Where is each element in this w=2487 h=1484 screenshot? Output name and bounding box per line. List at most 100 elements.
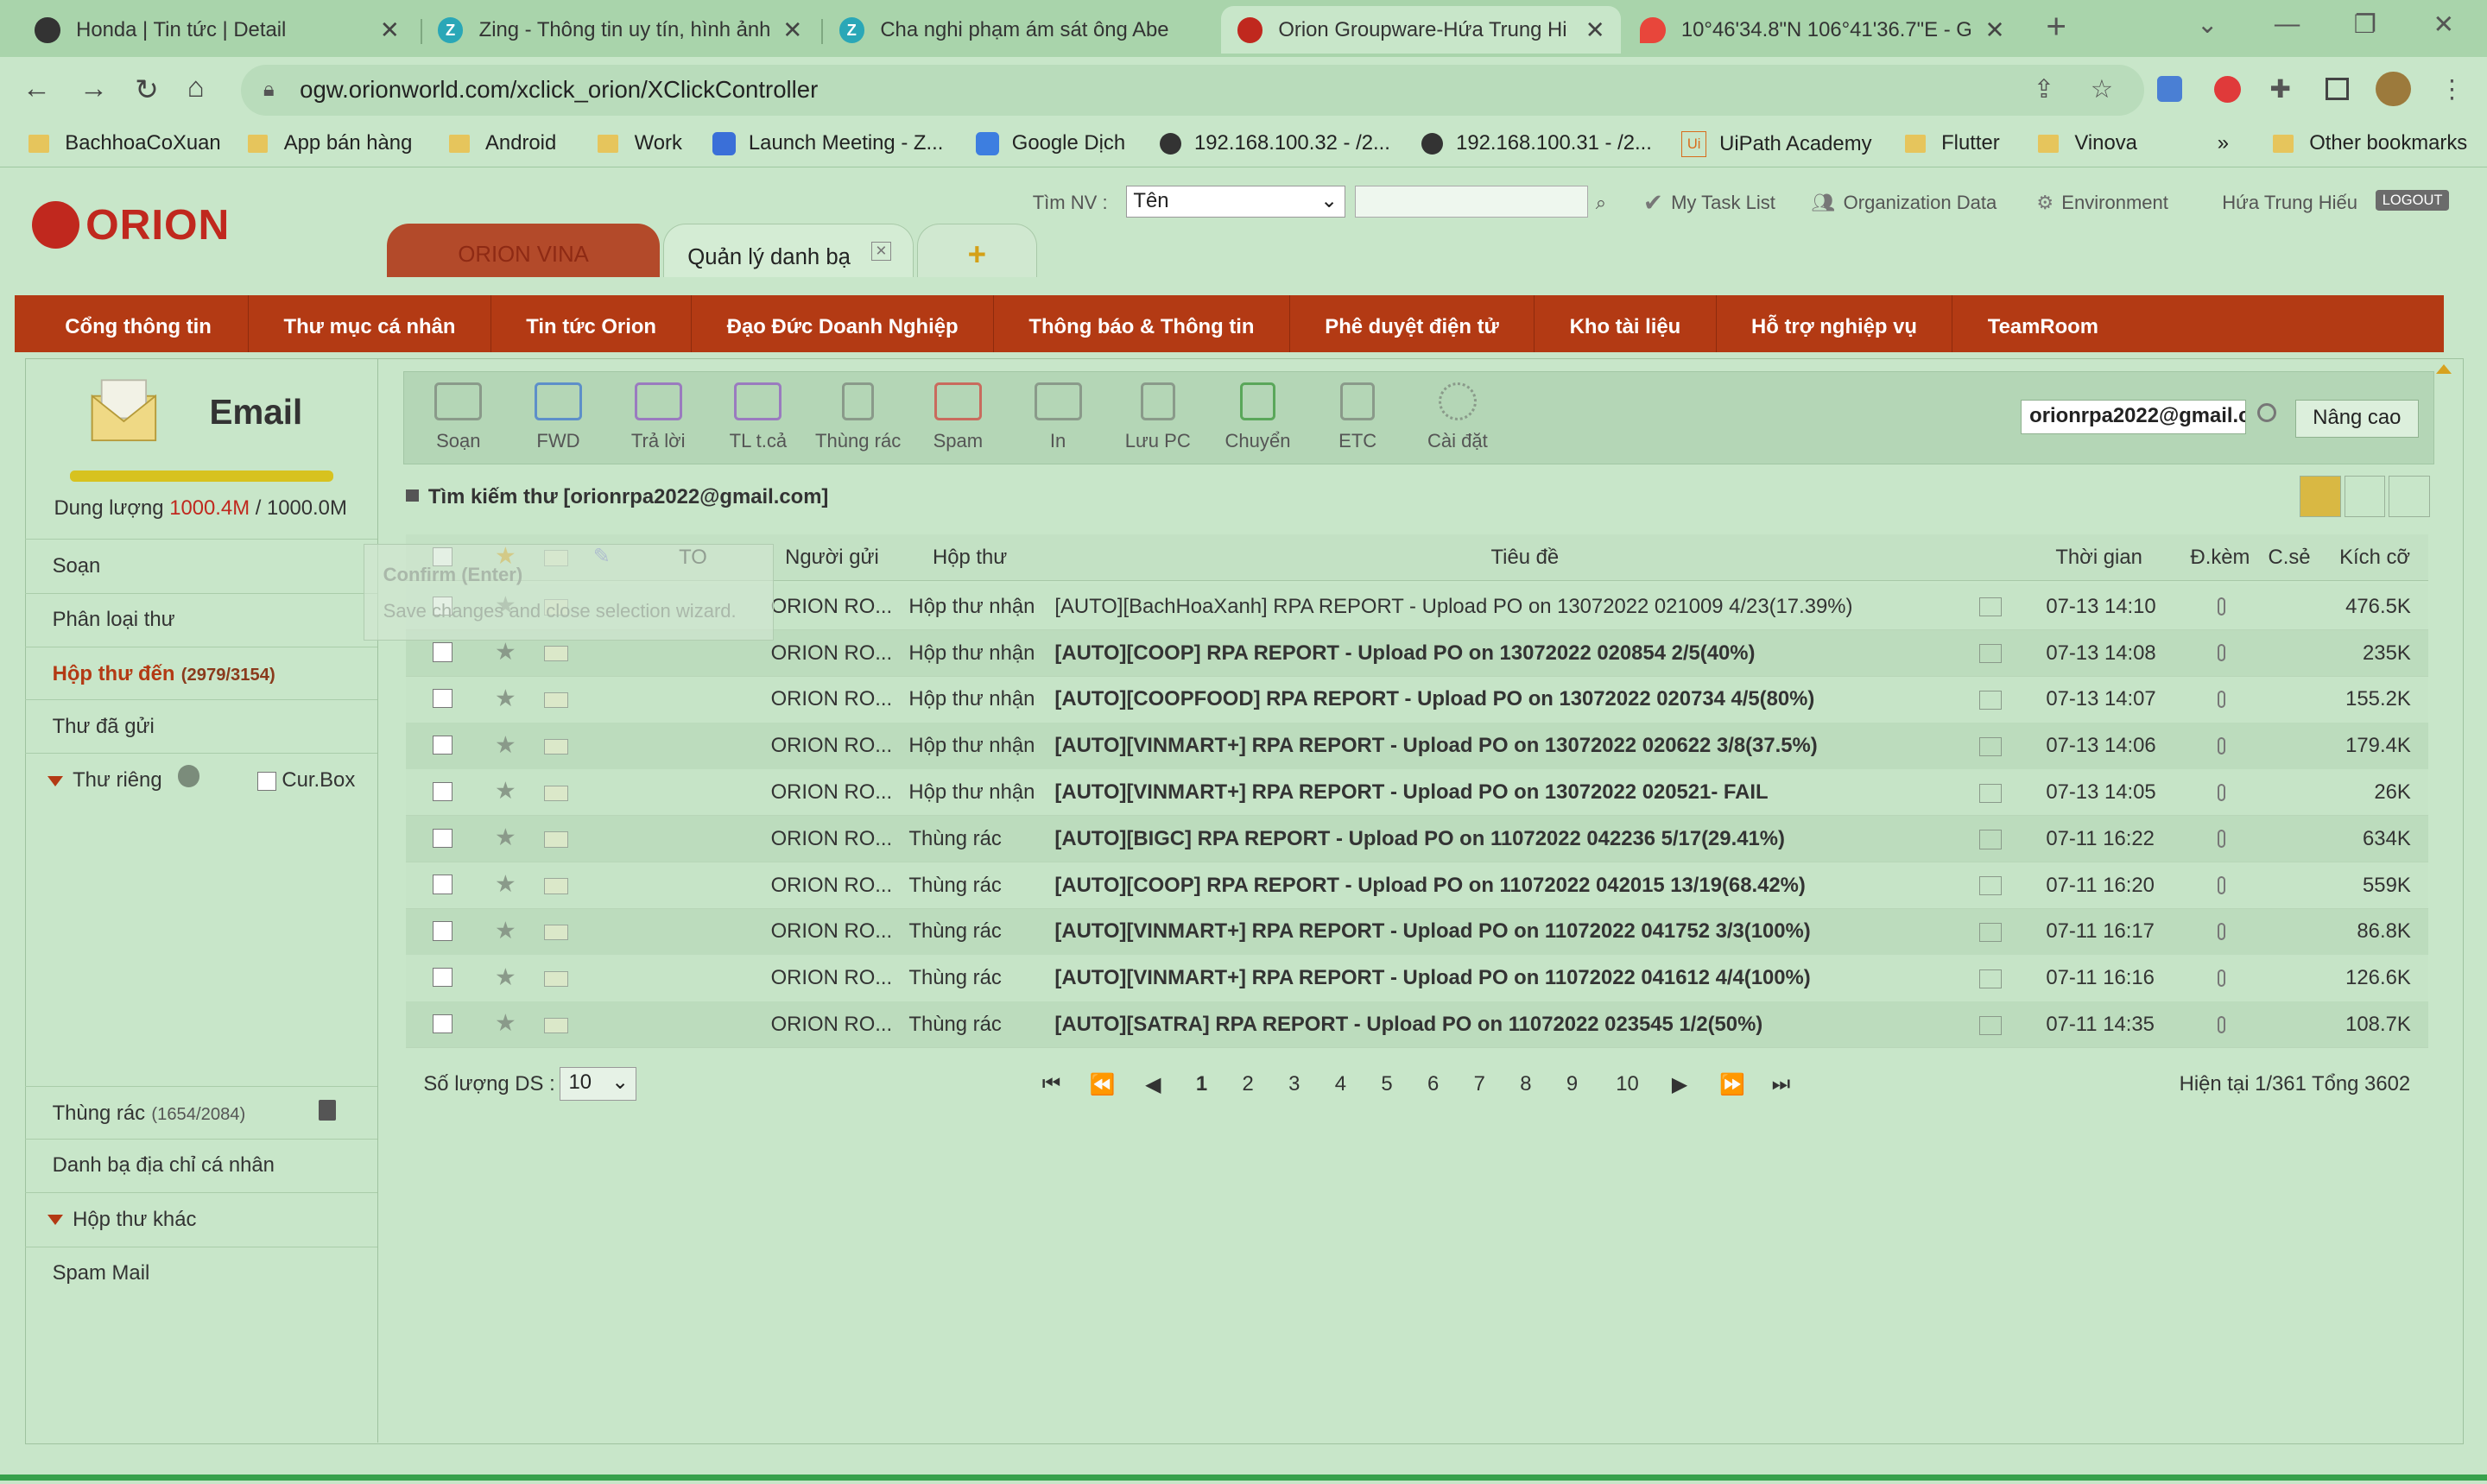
page-link[interactable]: 3 bbox=[1288, 1072, 1300, 1096]
table-row[interactable]: ★ ORION RO... Hộp thư nhận [AUTO][VINMART+]… bbox=[406, 723, 2428, 770]
sidebar-item-contacts[interactable]: Danh bạ địa chỉ cá nhân bbox=[25, 1138, 378, 1191]
page-link[interactable]: 5 bbox=[1381, 1072, 1392, 1096]
page-link[interactable]: 10 bbox=[1616, 1072, 1639, 1096]
page-link[interactable]: 4 bbox=[1335, 1072, 1346, 1096]
open-in-window-icon[interactable] bbox=[1979, 644, 2002, 664]
search-icon[interactable] bbox=[2256, 402, 2276, 422]
menu-item-announcements[interactable]: Thông báo & Thông tin bbox=[994, 294, 1290, 352]
star-icon[interactable]: ★ bbox=[495, 777, 516, 805]
view-list-button[interactable] bbox=[2300, 476, 2341, 517]
open-in-window-icon[interactable] bbox=[1979, 1015, 2002, 1035]
column-attachment[interactable]: Đ.kèm bbox=[2190, 546, 2250, 570]
sidebar-item-inbox[interactable]: Hộp thư đến (2979/3154) bbox=[25, 647, 378, 699]
column-size[interactable]: Kích cỡ bbox=[2339, 546, 2410, 570]
row-checkbox[interactable] bbox=[433, 968, 452, 988]
search-icon[interactable]: ⌕ bbox=[1596, 187, 1606, 219]
table-row[interactable]: ★ ORION RO... Thùng rác [AUTO][BIGC] RPA RE… bbox=[406, 815, 2428, 863]
open-in-window-icon[interactable] bbox=[1979, 597, 2002, 617]
subject-cell[interactable]: [AUTO][COOP] RPA REPORT - Upload PO on 1… bbox=[1054, 641, 1755, 666]
spam-button[interactable]: Spam bbox=[912, 373, 1004, 462]
open-in-window-icon[interactable] bbox=[1979, 736, 2002, 756]
page-link[interactable]: 9 bbox=[1566, 1072, 1578, 1096]
close-icon[interactable]: ✕ bbox=[1585, 16, 1605, 44]
star-icon[interactable]: ★ bbox=[495, 963, 516, 991]
subject-cell[interactable]: [AUTO][COOP] RPA REPORT - Upload PO on 1… bbox=[1054, 874, 1805, 898]
table-row[interactable]: ★ ORION RO... Hộp thư nhận [AUTO][VINMART+]… bbox=[406, 769, 2428, 817]
star-icon[interactable]: ★ bbox=[495, 917, 516, 944]
environment-link[interactable]: ⚙︎ Environment bbox=[2036, 187, 2168, 219]
subject-cell[interactable]: [AUTO][VINMART+] RPA REPORT - Upload PO … bbox=[1054, 780, 1768, 805]
prev-ten-pages-icon[interactable]: ⏪ bbox=[1090, 1072, 1116, 1097]
organization-data-link[interactable]: 👥︎ Organization Data bbox=[1812, 187, 1997, 219]
bookmark-item[interactable]: BachhoaCoXuan bbox=[28, 131, 221, 155]
compose-button[interactable]: Soạn bbox=[413, 373, 505, 462]
sidebar-item-other-boxes[interactable]: Hộp thư khác bbox=[25, 1192, 378, 1245]
column-time[interactable]: Thời gian bbox=[2055, 546, 2142, 570]
star-icon[interactable]: ★ bbox=[495, 1009, 516, 1037]
first-page-icon[interactable]: ⏮ bbox=[1042, 1072, 1060, 1096]
back-icon[interactable]: ← bbox=[22, 73, 51, 105]
bookmark-item[interactable]: Flutter bbox=[1904, 131, 2000, 155]
bookmark-item[interactable]: Google Dịch bbox=[975, 131, 1125, 156]
star-icon[interactable]: ★ bbox=[495, 638, 516, 666]
kebab-menu-icon[interactable]: ⋮ bbox=[2440, 74, 2465, 104]
row-checkbox[interactable] bbox=[433, 642, 452, 662]
reload-icon[interactable]: ↻ bbox=[135, 73, 159, 107]
new-tab-icon[interactable]: + bbox=[2046, 6, 2066, 47]
sidebar-item-private[interactable]: Thư riêng Cur.Box bbox=[25, 753, 378, 805]
bookmarks-overflow[interactable]: » bbox=[2218, 131, 2229, 155]
open-in-window-icon[interactable] bbox=[1979, 830, 2002, 849]
forward-icon[interactable]: → bbox=[79, 73, 108, 105]
sidebar-item-compose[interactable]: Soạn bbox=[25, 539, 378, 591]
sidebar-item-trash[interactable]: Thùng rác (1654/2084) bbox=[25, 1086, 378, 1139]
star-icon[interactable]: ★ bbox=[495, 731, 516, 759]
close-tab-icon[interactable]: ✕ bbox=[871, 242, 891, 262]
table-row[interactable]: ★ ORION RO... Hộp thư nhận [AUTO][COOPFOOD]… bbox=[406, 676, 2428, 723]
save-pc-button[interactable]: Lưu PC bbox=[1112, 373, 1205, 462]
home-icon[interactable]: ⌂ bbox=[187, 72, 205, 104]
other-bookmarks[interactable]: Other bookmarks bbox=[2272, 131, 2467, 155]
page-link[interactable]: 8 bbox=[1520, 1072, 1531, 1096]
trash-icon[interactable] bbox=[319, 1099, 337, 1121]
column-share[interactable]: C.sẻ bbox=[2268, 546, 2310, 570]
tab-contact-management[interactable]: Quản lý danh bạ ✕ bbox=[662, 223, 914, 278]
expand-triangle-icon[interactable] bbox=[47, 1215, 64, 1225]
bookmark-item[interactable]: Work bbox=[598, 131, 682, 155]
my-task-list-link[interactable]: ✔ My Task List bbox=[1643, 187, 1775, 219]
restore-icon[interactable]: ❐ bbox=[2354, 9, 2376, 40]
sidebar-item-classify[interactable]: Phân loại thư bbox=[25, 592, 378, 646]
next-page-icon[interactable]: ▶ bbox=[1672, 1072, 1687, 1097]
address-bar[interactable]: 🔒︎ ogw.orionworld.com/xclick_orion/XClic… bbox=[241, 65, 2145, 117]
row-checkbox[interactable] bbox=[433, 1014, 452, 1034]
last-page-icon[interactable]: ⏭ bbox=[1772, 1072, 1790, 1096]
open-in-window-icon[interactable] bbox=[1979, 783, 2002, 803]
page-link[interactable]: 1 bbox=[1196, 1072, 1207, 1096]
bookmark-item[interactable]: Android bbox=[448, 131, 556, 155]
page-link[interactable]: 2 bbox=[1242, 1072, 1253, 1096]
page-link[interactable]: 6 bbox=[1427, 1072, 1439, 1096]
row-checkbox[interactable] bbox=[433, 921, 452, 941]
close-icon[interactable]: ✕ bbox=[782, 16, 802, 44]
row-checkbox[interactable] bbox=[433, 736, 452, 755]
subject-cell[interactable]: [AUTO][VINMART+] RPA REPORT - Upload PO … bbox=[1054, 734, 1817, 758]
subject-cell[interactable]: [AUTO][BIGC] RPA REPORT - Upload PO on 1… bbox=[1054, 827, 1785, 851]
subject-cell[interactable]: [AUTO][SATRA] RPA REPORT - Upload PO on … bbox=[1054, 1013, 1762, 1037]
forward-button[interactable]: FWD bbox=[512, 373, 604, 462]
table-row[interactable]: ★ ORION RO... Thùng rác [AUTO][COOP] RPA RE… bbox=[406, 862, 2428, 910]
star-icon[interactable]: ★ bbox=[495, 870, 516, 898]
browser-tab-orion[interactable]: Orion Groupware-Hứa Trung Hi ✕ bbox=[1221, 6, 1622, 54]
employee-search-input[interactable] bbox=[1354, 185, 1588, 218]
window-close-icon[interactable]: ✕ bbox=[2433, 9, 2454, 40]
sidebar-item-sent[interactable]: Thư đã gửi bbox=[25, 698, 378, 752]
add-tab-button[interactable]: + bbox=[916, 223, 1038, 278]
star-icon[interactable]: ★ bbox=[495, 824, 516, 851]
checkbox[interactable] bbox=[256, 771, 276, 791]
row-checkbox[interactable] bbox=[433, 781, 452, 802]
bookmark-item[interactable]: App bán hàng bbox=[247, 131, 412, 155]
tab-search-icon[interactable]: ⌄ bbox=[2197, 9, 2218, 40]
browser-tab-honda[interactable]: Honda | Tin tức | Detail ✕ bbox=[19, 6, 415, 54]
print-button[interactable]: In bbox=[1012, 373, 1104, 462]
menu-item-personal-folder[interactable]: Thư mục cá nhân bbox=[249, 294, 491, 352]
browser-tab-zing[interactable]: Z Zing - Thông tin uy tín, hình ảnh ✕ bbox=[422, 6, 819, 54]
row-checkbox[interactable] bbox=[433, 689, 452, 709]
